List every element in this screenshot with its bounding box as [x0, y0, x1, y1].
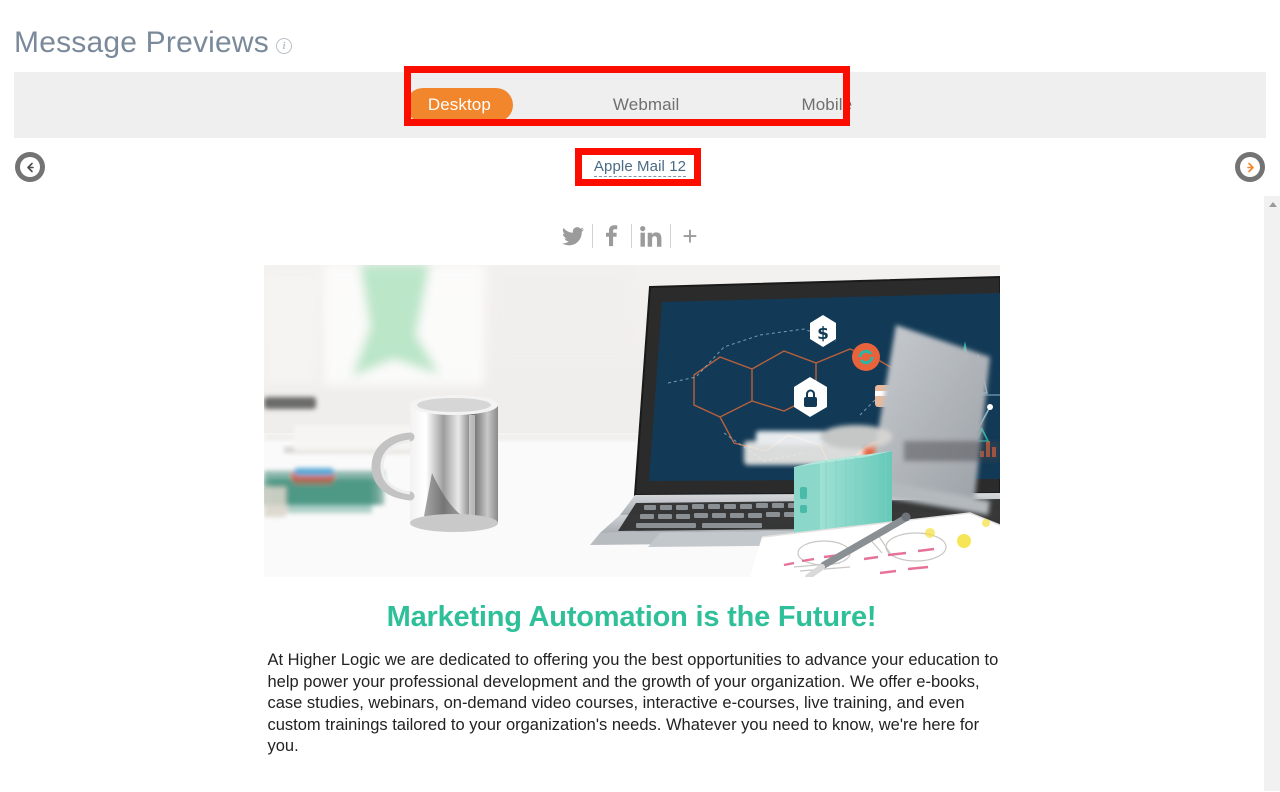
- social-share-row: +: [264, 214, 1000, 258]
- info-icon[interactable]: i: [275, 38, 292, 54]
- preview-scrollbar[interactable]: [1263, 196, 1280, 791]
- previous-client-button[interactable]: [15, 152, 45, 182]
- email-preview-viewport: + $ Marketing Automation is the Future! …: [0, 196, 1280, 791]
- preview-mode-tabs: Desktop Webmail Mobile: [14, 72, 1266, 138]
- next-client-button[interactable]: [1235, 152, 1265, 182]
- svg-text:$: $: [817, 324, 829, 344]
- scroll-up-button[interactable]: [1264, 196, 1280, 213]
- preview-mode-tabbar: Desktop Webmail Mobile: [14, 66, 1266, 138]
- scroll-up-arrow-icon: [1268, 202, 1277, 207]
- linkedin-icon[interactable]: [632, 221, 670, 251]
- preview-client-link[interactable]: Apple Mail 12: [593, 158, 687, 177]
- arrow-right-icon: [1240, 157, 1260, 177]
- arrow-left-icon: [20, 157, 40, 177]
- twitter-icon[interactable]: [554, 221, 592, 251]
- hero-image: $: [263, 265, 1000, 577]
- client-selector-row: Apple Mail 12: [0, 138, 1280, 196]
- plus-glyph: +: [682, 221, 698, 251]
- email-body-text: At Higher Logic we are dedicated to offe…: [267, 651, 999, 755]
- email-preview-scroll-area: + $ Marketing Automation is the Future! …: [0, 196, 1263, 791]
- email-body: + $ Marketing Automation is the Future! …: [263, 196, 1000, 758]
- facebook-icon[interactable]: [593, 221, 631, 251]
- page-title: Message Previews: [14, 26, 269, 59]
- page-header: Message Previews i: [0, 0, 1280, 72]
- email-headline: Marketing Automation is the Future!: [386, 601, 877, 633]
- tab-mobile[interactable]: Mobile: [779, 88, 874, 122]
- plus-icon[interactable]: +: [671, 221, 709, 251]
- tab-desktop[interactable]: Desktop: [405, 88, 513, 122]
- tab-webmail[interactable]: Webmail: [591, 88, 702, 122]
